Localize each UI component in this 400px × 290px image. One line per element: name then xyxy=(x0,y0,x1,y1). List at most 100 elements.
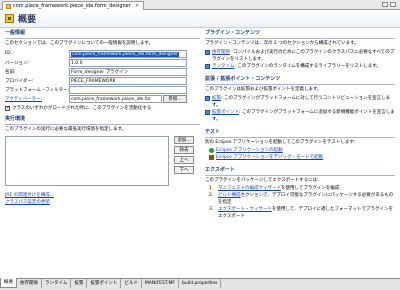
testing-description: 別の Eclipse アプリケーションを起動してこのプラグインをテストします: xyxy=(205,140,356,145)
close-icon[interactable]: × xyxy=(135,3,139,9)
activate-checkbox[interactable] xyxy=(5,105,10,111)
extension-content-description: このプラグインは拡張および拡張ポイントを定義します。 xyxy=(205,87,322,92)
version-label: バージョン: xyxy=(5,61,29,66)
up-button[interactable]: 上へ xyxy=(174,156,194,164)
form-header: 概要 xyxy=(0,10,400,28)
export-step-text: セクションで、デプロイ可能なプラグインにパッケージする必要があるものを指定 xyxy=(218,193,394,205)
section-divider xyxy=(205,84,395,85)
section-divider xyxy=(205,175,395,176)
execution-section-title: 実行環境 xyxy=(5,116,26,122)
tab-overview[interactable]: 概要 xyxy=(0,278,17,288)
debug-icon xyxy=(209,155,214,160)
export-step: 2. ビルド構成セクションで、デプロイ可能なプラグインにパッケージする必要がある… xyxy=(205,192,395,206)
maximize-icon[interactable] xyxy=(390,2,396,7)
browse-button[interactable]: 参照... xyxy=(163,95,187,103)
debug-row: Eclipse アプリケーションをデバッグ・モードで起動 xyxy=(205,154,395,161)
window-controls xyxy=(382,2,396,7)
activate-checkbox-label: クラスのいずれかがロードされた時に、このプラグインを活動化する xyxy=(12,106,152,111)
plugin-icon xyxy=(6,3,11,9)
export-title: エクスポート xyxy=(205,167,235,173)
tab-extension-points[interactable]: 拡張ポイント xyxy=(87,279,122,288)
minimize-icon[interactable] xyxy=(382,2,388,7)
id-label: ID: xyxy=(5,51,12,56)
runtime-icon xyxy=(205,64,210,69)
platform-filter-input[interactable] xyxy=(69,86,187,94)
version-input[interactable]: 1.0.0 xyxy=(69,59,187,67)
extension-content-title: 拡張 / 拡張ポイント・コンテンツ xyxy=(205,76,281,82)
id-input[interactable]: com.piece_framework.piece_ide.form_desig… xyxy=(69,50,187,58)
tab-build[interactable]: ビルド xyxy=(121,279,142,288)
extension-points-link[interactable]: 拡張ポイント xyxy=(212,110,239,115)
execution-env-list[interactable] xyxy=(5,136,169,186)
activate-checkbox-row: クラスのいずれかがロードされた時に、このプラグインを活動化する xyxy=(5,104,200,112)
execution-env-buttons: 追加... 除去 上へ 下へ xyxy=(174,136,194,174)
extensions-link[interactable]: 拡張 xyxy=(212,96,221,101)
page-tabs: 概要 依存関係 ランタイム 拡張 拡張ポイント ビルド MANIFEST.MF … xyxy=(0,278,400,290)
editor-tab-label: com.piece_framework.piece_ide.form_desig… xyxy=(13,3,131,9)
editor-tabbar: com.piece_framework.piece_ide.form_desig… xyxy=(0,0,400,10)
extensions-icon xyxy=(205,96,210,101)
provider-input[interactable]: PIECE_FRAMEWORK xyxy=(69,77,187,85)
down-button[interactable]: 下へ xyxy=(174,166,194,174)
launch-link[interactable]: Eclipse アプリケーションの起動 xyxy=(216,147,283,154)
runtime-link[interactable]: ランタイム xyxy=(212,64,234,69)
dependencies-icon xyxy=(205,50,210,55)
name-input[interactable]: Form_designer プラグイン xyxy=(69,68,187,76)
tab-dependencies[interactable]: 依存関係 xyxy=(17,279,42,288)
plugin-content-title: プラグイン・コンテンツ xyxy=(205,30,261,36)
name-field-row: 名前: Form_designer プラグイン xyxy=(5,68,200,77)
execution-env-panel: 追加... 除去 上へ 下へ xyxy=(5,136,200,192)
platform-filter-row: プラットフォーム・フィルター: xyxy=(5,86,200,95)
tab-runtime[interactable]: ランタイム xyxy=(42,279,72,288)
section-divider xyxy=(5,124,200,125)
general-section-title: 一般情報 xyxy=(5,30,26,36)
export-description: このプラグインをパッケージしてエクスポートするには: xyxy=(205,178,319,183)
activator-link[interactable]: アクティベーター: xyxy=(5,96,42,102)
tab-manifest[interactable]: MANIFEST.MF xyxy=(142,279,179,288)
plugin-content-item: 依存関係: コンパイルおよび実行のためにこのプラグインのクラスパスに必要なすべて… xyxy=(205,49,395,63)
export-step: 3. エクスポート・ウィザードを使用して、デプロイに適したフォーマットでプラグイ… xyxy=(205,206,395,220)
overview-icon xyxy=(5,14,14,23)
extension-content-item: 拡張ポイント: このプラグインがプラットフォームに追加する新規機能ポイントを宣言… xyxy=(205,109,395,123)
platform-filter-label: プラットフォーム・フィルター: xyxy=(5,88,70,93)
build-config-link[interactable]: ビルド構成 xyxy=(218,193,241,198)
extension-points-icon xyxy=(205,110,210,115)
organize-manifest-link[interactable]: マニフェストの編成ウィザード xyxy=(218,186,281,191)
provider-field-row: プロバイダー: PIECE_FRAMEWORK xyxy=(5,77,200,86)
jre-config-link[interactable]: JRE の関連付けを構成... xyxy=(5,192,54,199)
debug-link[interactable]: Eclipse アプリケーションをデバッグ・モードで起動 xyxy=(216,154,323,161)
export-wizard-link[interactable]: エクスポート・ウィザード xyxy=(218,207,272,212)
id-field-row: ID: com.piece_framework.piece_ide.form_d… xyxy=(5,50,200,59)
testing-title: テスト xyxy=(205,129,221,135)
section-divider xyxy=(205,38,395,39)
export-step-number: 3. xyxy=(209,207,214,212)
execution-description: このプラグインの実行に必要な最低実行環境を指定します。 xyxy=(5,127,127,132)
remove-button[interactable]: 除去 xyxy=(174,146,194,154)
run-icon xyxy=(209,148,214,153)
name-label: 名前: xyxy=(5,70,16,75)
section-divider xyxy=(205,137,395,138)
classpath-update-link[interactable]: クラスパス設定の更新 xyxy=(5,199,50,206)
version-field-row: バージョン: 1.0.0 xyxy=(5,59,200,68)
editor-tab[interactable]: com.piece_framework.piece_ide.form_desig… xyxy=(2,1,145,10)
provider-label: プロバイダー: xyxy=(5,79,34,84)
extension-points-text: : このプラグインがプラットフォームに追加する新規機能ポイントを宣言します。 xyxy=(212,110,395,122)
add-button[interactable]: 追加... xyxy=(174,136,194,144)
export-step-number: 2. xyxy=(209,193,214,198)
left-column: 一般情報 このセクションでは、このプラグインについての一般情報を説明します。 I… xyxy=(5,30,200,206)
export-step-number: 1. xyxy=(209,186,214,191)
page-title: 概要 xyxy=(18,15,37,25)
plugin-content-item: ランタイム: このプラグインのランタイムを構成するライブラリーをリストします。 xyxy=(205,63,395,70)
activator-input[interactable]: com.piece_framework.piece_ide.for xyxy=(69,95,162,103)
dependencies-link[interactable]: 依存関係 xyxy=(212,50,230,55)
export-step-text: を使用してプラグインを編成 xyxy=(281,186,340,191)
extensions-text: : このプラグインがプラットフォームに対して行うコントリビューションを宣言します… xyxy=(212,96,391,108)
launch-row: Eclipse アプリケーションの起動 xyxy=(205,147,395,154)
runtime-text: : このプラグインのランタイムを構成するライブラリーをリストします。 xyxy=(234,64,381,69)
extension-content-item: 拡張: このプラグインがプラットフォームに対して行うコントリビューションを宣言し… xyxy=(205,95,395,109)
section-divider xyxy=(5,38,200,39)
right-column: プラグイン・コンテンツ プラグイン・コンテンツは、次の 2 つのセクションから構… xyxy=(205,30,395,220)
tab-extensions[interactable]: 拡張 xyxy=(71,279,88,288)
activator-field-row: アクティベーター: com.piece_framework.piece_ide.… xyxy=(5,95,200,104)
tab-build-properties[interactable]: build.properties xyxy=(179,279,222,288)
